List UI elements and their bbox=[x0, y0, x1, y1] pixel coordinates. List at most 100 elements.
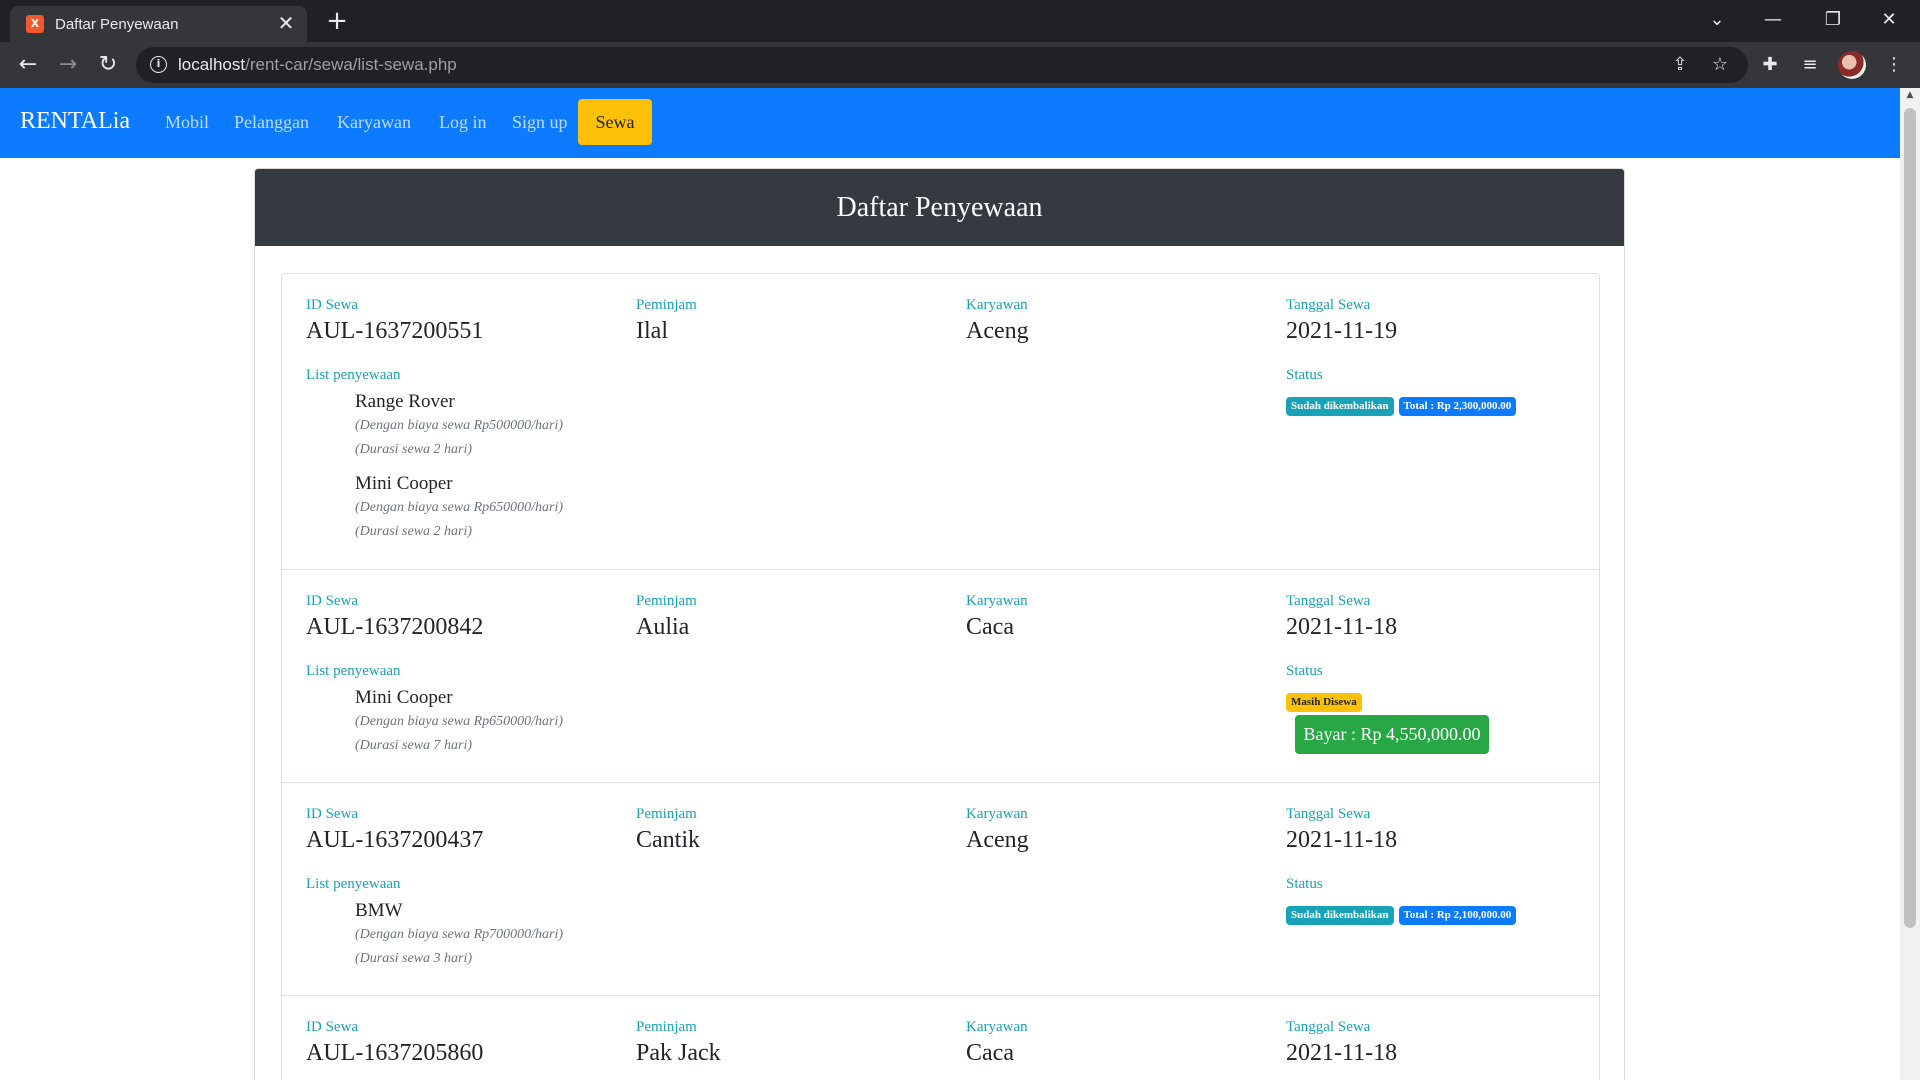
car-duration: (Durasi sewa 3 hari) bbox=[355, 951, 473, 966]
employee-label: Karyawan bbox=[966, 806, 1028, 822]
status-badges: Masih Disewa bbox=[1286, 693, 1362, 712]
browser-tab-strip: X Daftar Penyewaan ✕ + ⌄ — ❐ ✕ bbox=[0, 0, 1920, 42]
employee-column: Karyawan Caca bbox=[966, 593, 1028, 641]
rental-item: ID Sewa AUL-1637205860 Peminjam Pak Jack… bbox=[282, 996, 1599, 1080]
chevron-down-icon[interactable]: ⌄ bbox=[1694, 4, 1740, 36]
menu-icon[interactable]: ⋮ bbox=[1880, 51, 1908, 79]
car-rate: (Dengan biaya sewa Rp500000/hari) bbox=[355, 418, 564, 433]
date-label: Tanggal Sewa bbox=[1286, 593, 1371, 609]
page-scrollbar[interactable]: ▲ bbox=[1900, 88, 1920, 1080]
total-badge: Total : Rp 2,100,000.00 bbox=[1398, 906, 1517, 925]
extensions-icon[interactable]: ✚ bbox=[1756, 51, 1784, 79]
car-entry: BMW (Dengan biaya sewa Rp700000/hari) (D… bbox=[355, 898, 563, 971]
car-duration: (Durasi sewa 7 hari) bbox=[355, 738, 473, 753]
url-path: /rent-car/sewa/list-sewa.php bbox=[245, 55, 457, 74]
borrower-label: Peminjam bbox=[636, 1019, 697, 1035]
nav-link-login[interactable]: Log in bbox=[439, 112, 487, 133]
borrower-label: Peminjam bbox=[636, 806, 697, 822]
id-label: ID Sewa bbox=[306, 297, 359, 313]
employee-name: Caca bbox=[966, 1040, 1014, 1066]
list-label: List penyewaan bbox=[306, 663, 401, 679]
scrollbar-thumb[interactable] bbox=[1904, 108, 1916, 928]
restore-button[interactable]: ❐ bbox=[1810, 4, 1856, 36]
rental-date: 2021-11-18 bbox=[1286, 827, 1398, 853]
employee-label: Karyawan bbox=[966, 593, 1028, 609]
status-badges: Sudah dikembalikan Total : Rp 2,300,000.… bbox=[1286, 397, 1517, 416]
forward-button[interactable]: → bbox=[52, 49, 84, 81]
site-navbar: RENTALia Mobil Pelanggan Karyawan Log in… bbox=[0, 88, 1900, 158]
car-list: BMW (Dengan biaya sewa Rp700000/hari) (D… bbox=[355, 898, 563, 980]
employee-column: Karyawan Aceng bbox=[966, 297, 1029, 345]
id-column: ID Sewa AUL-1637200551 bbox=[306, 297, 483, 345]
car-name: BMW bbox=[355, 900, 403, 921]
borrower-column: Peminjam Aulia bbox=[636, 593, 697, 641]
id-column: ID Sewa AUL-1637200842 bbox=[306, 593, 483, 641]
employee-column: Karyawan Aceng bbox=[966, 806, 1029, 854]
status-label: Status bbox=[1286, 663, 1323, 679]
employee-column: Karyawan Caca bbox=[966, 1019, 1028, 1067]
page-viewport: RENTALia Mobil Pelanggan Karyawan Log in… bbox=[0, 88, 1900, 1080]
list-label: List penyewaan bbox=[306, 367, 401, 383]
car-name: Range Rover bbox=[355, 391, 455, 412]
car-entry: Mini Cooper (Dengan biaya sewa Rp650000/… bbox=[355, 471, 563, 544]
rental-item: ID Sewa AUL-1637200842 Peminjam Aulia Ka… bbox=[282, 570, 1599, 783]
car-entry: Range Rover (Dengan biaya sewa Rp500000/… bbox=[355, 389, 563, 462]
nav-link-mobil[interactable]: Mobil bbox=[165, 112, 209, 133]
pay-button[interactable]: Bayar : Rp 4,550,000.00 bbox=[1295, 715, 1489, 754]
profile-avatar[interactable] bbox=[1838, 51, 1866, 79]
date-column: Tanggal Sewa 2021-11-18 bbox=[1286, 1019, 1397, 1067]
rental-card: Daftar Penyewaan ID Sewa AUL-1637200551 … bbox=[254, 168, 1625, 1080]
id-label: ID Sewa bbox=[306, 806, 359, 822]
nav-link-signup[interactable]: Sign up bbox=[512, 112, 568, 133]
status-badge: Sudah dikembalikan bbox=[1286, 906, 1394, 925]
share-icon[interactable]: ⇪ bbox=[1668, 53, 1692, 77]
borrower-label: Peminjam bbox=[636, 297, 697, 313]
back-button[interactable]: ← bbox=[12, 49, 44, 81]
star-icon[interactable]: ☆ bbox=[1708, 53, 1732, 77]
new-tab-button[interactable]: + bbox=[322, 7, 352, 35]
employee-label: Karyawan bbox=[966, 297, 1028, 313]
nav-link-karyawan[interactable]: Karyawan bbox=[337, 112, 411, 133]
total-badge: Total : Rp 2,300,000.00 bbox=[1398, 397, 1517, 416]
rental-item: ID Sewa AUL-1637200551 Peminjam Ilal Kar… bbox=[282, 274, 1599, 570]
media-control-icon[interactable]: ≡ bbox=[1796, 51, 1824, 79]
date-label: Tanggal Sewa bbox=[1286, 806, 1371, 822]
car-list: Mini Cooper (Dengan biaya sewa Rp650000/… bbox=[355, 685, 563, 767]
scroll-up-arrow-icon[interactable]: ▲ bbox=[1900, 90, 1920, 104]
car-entry: Mini Cooper (Dengan biaya sewa Rp650000/… bbox=[355, 685, 563, 758]
rental-id: AUL-1637205860 bbox=[306, 1040, 484, 1066]
employee-name: Caca bbox=[966, 614, 1014, 640]
brand-logo[interactable]: RENTALia bbox=[20, 108, 130, 135]
id-label: ID Sewa bbox=[306, 593, 359, 609]
id-column: ID Sewa AUL-1637205860 bbox=[306, 1019, 483, 1067]
address-bar[interactable]: i localhost/rent-car/sewa/list-sewa.php … bbox=[136, 47, 1748, 83]
status-label: Status bbox=[1286, 876, 1323, 892]
close-icon[interactable]: ✕ bbox=[275, 12, 297, 34]
rental-id: AUL-1637200437 bbox=[306, 827, 484, 853]
borrower-name: Aulia bbox=[636, 614, 690, 640]
rental-id: AUL-1637200842 bbox=[306, 614, 484, 640]
employee-name: Aceng bbox=[966, 827, 1029, 853]
url-text: localhost/rent-car/sewa/list-sewa.php bbox=[178, 55, 457, 75]
reload-button[interactable]: ↻ bbox=[92, 49, 124, 81]
date-label: Tanggal Sewa bbox=[1286, 1019, 1371, 1035]
url-host: localhost bbox=[178, 55, 246, 74]
car-name: Mini Cooper bbox=[355, 473, 453, 494]
rental-date: 2021-11-18 bbox=[1286, 614, 1398, 640]
car-rate: (Dengan biaya sewa Rp650000/hari) bbox=[355, 500, 564, 515]
rental-list: ID Sewa AUL-1637200551 Peminjam Ilal Kar… bbox=[281, 273, 1600, 1080]
car-list: Range Rover (Dengan biaya sewa Rp500000/… bbox=[355, 389, 563, 553]
car-rate: (Dengan biaya sewa Rp700000/hari) bbox=[355, 927, 564, 942]
tab-title: Daftar Penyewaan bbox=[55, 16, 179, 33]
list-label: List penyewaan bbox=[306, 876, 401, 892]
date-column: Tanggal Sewa 2021-11-18 bbox=[1286, 806, 1397, 854]
window-close-button[interactable]: ✕ bbox=[1866, 4, 1912, 36]
minimize-button[interactable]: — bbox=[1750, 4, 1796, 36]
browser-toolbar: ← → ↻ i localhost/rent-car/sewa/list-sew… bbox=[0, 42, 1920, 88]
browser-tab[interactable]: X Daftar Penyewaan ✕ bbox=[10, 6, 307, 42]
nav-link-sewa[interactable]: Sewa bbox=[578, 99, 652, 145]
info-icon[interactable]: i bbox=[150, 56, 167, 73]
borrower-column: Peminjam Ilal bbox=[636, 297, 697, 345]
xampp-favicon-icon: X bbox=[26, 15, 44, 33]
nav-link-pelanggan[interactable]: Pelanggan bbox=[234, 112, 309, 133]
